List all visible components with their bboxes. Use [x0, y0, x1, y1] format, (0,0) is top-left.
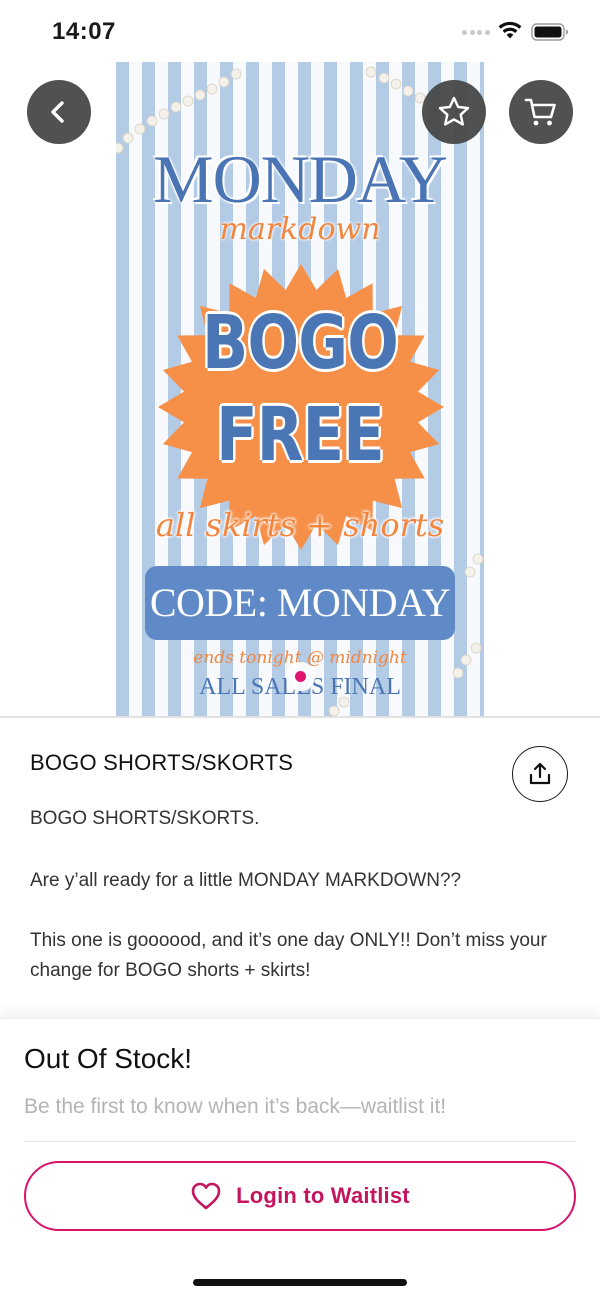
signal-dots-icon: [462, 30, 492, 38]
waitlist-panel: Out Of Stock! Be the first to know when …: [0, 1018, 600, 1300]
waitlist-button-label: Login to Waitlist: [236, 1183, 410, 1208]
home-indicator: [193, 1279, 407, 1286]
description-paragraph: Are y’all ready for a little MONDAY MARK…: [30, 870, 462, 891]
heart-icon: [191, 1182, 221, 1210]
favorite-button[interactable]: [422, 80, 486, 144]
status-bar: 14:07: [0, 0, 600, 64]
product-title: BOGO SHORTS/SKORTS: [30, 750, 294, 775]
description-paragraph: BOGO SHORTS/SKORTS.: [30, 808, 260, 829]
status-time: 14:07: [52, 18, 116, 45]
out-of-stock-subtitle: Be the first to know when it’s back—wait…: [24, 1095, 447, 1118]
poster-tagline: all skirts + shorts: [155, 506, 445, 544]
out-of-stock-title: Out Of Stock!: [24, 1043, 193, 1074]
description-paragraph: This one is goooood, and it’s one day ON…: [30, 930, 547, 981]
poster-code: CODE: MONDAY: [145, 566, 455, 640]
chevron-left-icon: [51, 101, 64, 123]
battery-icon: [531, 23, 568, 41]
cart-button[interactable]: [509, 80, 573, 144]
poster-ends: ends tonight @ midnight: [193, 648, 407, 668]
login-to-waitlist-button[interactable]: Login to Waitlist: [24, 1161, 576, 1231]
star-icon: [438, 96, 470, 126]
poster-subtitle: markdown: [219, 212, 381, 247]
divider: [0, 716, 600, 718]
share-button[interactable]: [512, 746, 568, 802]
poster-bogo: BOGO: [202, 300, 399, 386]
promo-poster-image: MONDAY markdown BOGO FREE all skirts + s…: [116, 62, 484, 716]
pagination-dot-active[interactable]: [295, 671, 306, 682]
poster-title: MONDAY: [153, 141, 448, 217]
back-button[interactable]: [27, 80, 91, 144]
share-icon: [529, 762, 551, 785]
product-image-carousel[interactable]: MONDAY markdown BOGO FREE all skirts + s…: [0, 62, 600, 716]
poster-free: FREE: [216, 392, 385, 478]
cart-icon: [524, 98, 556, 126]
divider: [24, 1141, 576, 1142]
wifi-icon: [498, 21, 522, 39]
